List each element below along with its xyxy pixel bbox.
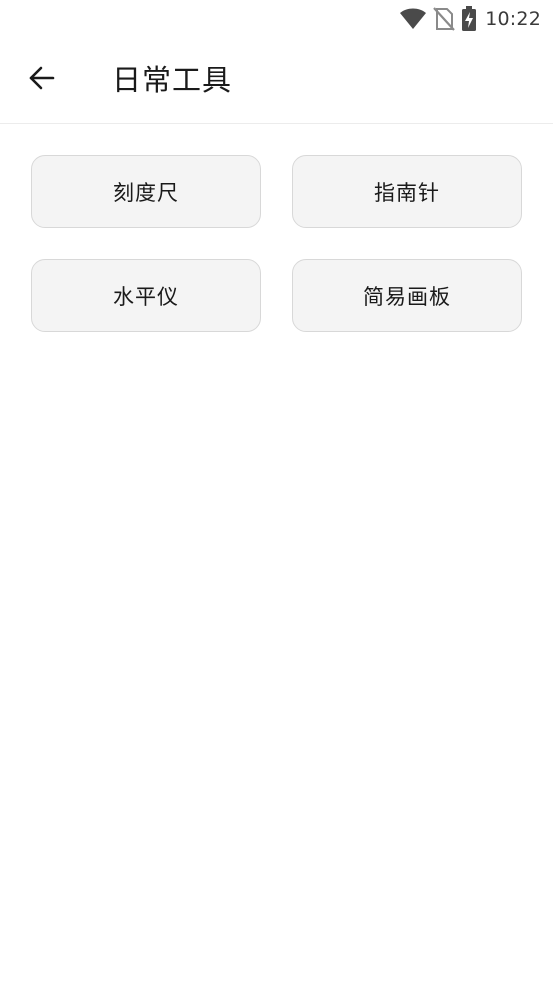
no-sim-icon <box>433 7 456 31</box>
page-title: 日常工具 <box>112 63 233 97</box>
level-button[interactable]: 水平仪 <box>31 259 261 332</box>
wifi-icon <box>399 8 427 30</box>
status-time: 10:22 <box>485 8 541 30</box>
compass-button[interactable]: 指南针 <box>292 155 522 228</box>
status-bar: 10:22 <box>0 0 553 38</box>
app-bar: 日常工具 <box>0 38 553 124</box>
back-button[interactable] <box>18 56 66 104</box>
drawing-board-button[interactable]: 简易画板 <box>292 259 522 332</box>
ruler-button[interactable]: 刻度尺 <box>31 155 261 228</box>
status-icons: 10:22 <box>393 6 541 32</box>
arrow-back-icon <box>28 64 56 96</box>
battery-charging-icon <box>461 6 477 32</box>
tools-grid: 刻度尺 指南针 水平仪 简易画板 <box>31 155 522 332</box>
